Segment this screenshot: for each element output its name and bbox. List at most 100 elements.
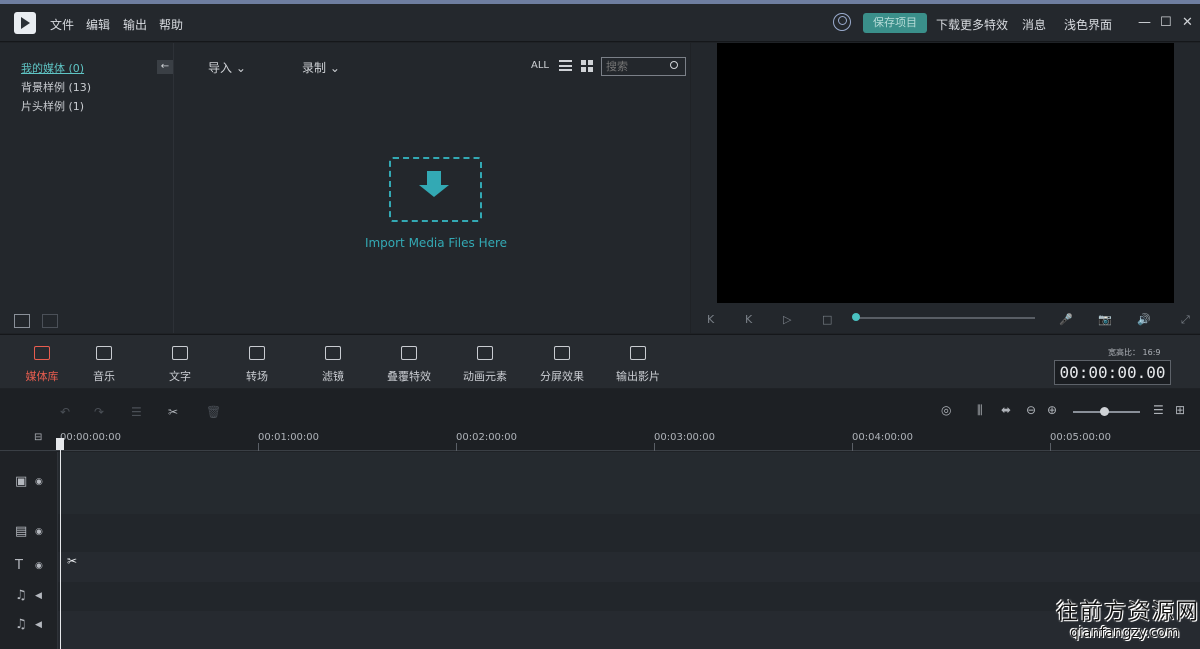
playback-progress[interactable] [857, 317, 1035, 319]
menu-file[interactable]: 文件 [50, 16, 74, 33]
preview-panel: K K ▷ □ 🎤 📷 🔊 ⤢ [691, 43, 1200, 333]
tool-export[interactable]: 输出影片 [603, 335, 673, 389]
track-header: ▤ ◉ [0, 514, 58, 552]
audio-track-1[interactable]: ♫ ◀ [0, 582, 1200, 611]
add-folder-icon[interactable] [14, 314, 30, 328]
playback-knob[interactable] [852, 313, 860, 321]
track-header: ♫ ◀ [0, 611, 58, 649]
import-dropzone[interactable] [389, 157, 482, 222]
close-button[interactable]: ✕ [1182, 15, 1193, 30]
undo-icon[interactable]: ↶ [60, 405, 74, 419]
chevron-down-icon: ⌄ [235, 61, 246, 75]
tool-filter[interactable]: 滤镜 [298, 335, 368, 389]
filter-all[interactable]: ALL [531, 60, 549, 71]
text-track[interactable]: T ◉ [0, 552, 1200, 582]
ruler-label: 00:04:00:00 [852, 432, 914, 443]
tool-media[interactable]: 媒体库 [7, 335, 77, 389]
tool-overlay[interactable]: 叠覆特效 [374, 335, 444, 389]
delete-icon[interactable]: 🗑 [206, 405, 221, 419]
eye-icon[interactable]: ◉ [35, 561, 43, 571]
tool-label: 分屏效果 [540, 370, 584, 383]
tool-label: 文字 [169, 370, 191, 383]
library-item-backgrounds[interactable]: 背景样例 (13) [21, 79, 91, 95]
timeline-toolbar: ↶ ↷ ☰ ✂ 🗑 ◎ ⫼ ⬌ ⊖ ⊕ ☰ ⊞ [0, 389, 1200, 431]
track-header: ▣ ◉ [0, 452, 58, 514]
minimize-button[interactable]: — [1138, 15, 1151, 30]
menubar: 文件 编辑 输出 帮助 保存项目 下载更多特效 消息 浅色界面 — ☐ ✕ [0, 4, 1200, 42]
library-item-intros[interactable]: 片头样例 (1) [21, 98, 84, 114]
music-track-icon: ♫ [15, 588, 27, 603]
ruler-label: 00:00:00:00 [60, 432, 122, 443]
tool-transition[interactable]: 转场 [222, 335, 292, 389]
tool-label: 音乐 [93, 370, 115, 383]
adjust-icon[interactable]: ☰ [131, 405, 145, 419]
volume-icon[interactable]: 🔊 [1137, 313, 1151, 326]
timeline-ruler[interactable]: ⊟ 00:00:00:00 00:01:00:00 00:02:00:00 00… [0, 431, 1200, 451]
playhead[interactable] [60, 440, 61, 649]
ruler-label: 00:02:00:00 [456, 432, 518, 443]
grid-view-icon[interactable] [581, 60, 593, 72]
elements-icon [477, 346, 493, 360]
menu-help[interactable]: 帮助 [159, 16, 183, 33]
import-label: 导入 [208, 61, 233, 75]
tool-split-screen[interactable]: 分屏效果 [527, 335, 597, 389]
camera-icon[interactable]: 📷 [1098, 313, 1112, 326]
grid-layout-icon[interactable]: ⊞ [1175, 403, 1185, 417]
rewind-button[interactable]: K [707, 313, 714, 326]
export-icon [630, 346, 646, 360]
cut-icon[interactable]: ✂ [168, 405, 182, 419]
audio-track-2[interactable]: ♫ ◀ [0, 611, 1200, 649]
menu-export[interactable]: 输出 [123, 16, 147, 33]
eye-icon[interactable]: ◉ [35, 527, 43, 537]
zoom-out-icon[interactable]: ⊖ [1026, 403, 1036, 417]
tool-music[interactable]: 音乐 [69, 335, 139, 389]
light-theme-link[interactable]: 浅色界面 [1064, 16, 1112, 33]
render-icon[interactable]: ◎ [941, 403, 951, 417]
video-track-2[interactable]: ▤ ◉ [0, 514, 1200, 552]
mic-icon[interactable]: 🎤 [1059, 313, 1073, 326]
ruler-tick [456, 443, 457, 451]
save-project-button[interactable]: 保存项目 [863, 13, 927, 33]
track-manager-icon[interactable]: ⊟ [34, 432, 42, 443]
stop-button[interactable]: □ [822, 313, 832, 326]
preview-screen [717, 43, 1174, 303]
zoom-in-icon[interactable]: ⊕ [1047, 403, 1057, 417]
import-media-label[interactable]: Import Media Files Here [354, 236, 518, 250]
maximize-button[interactable]: ☐ [1160, 15, 1172, 30]
ruler-tick [258, 443, 259, 451]
track-list-icon[interactable]: ☰ [1153, 403, 1164, 417]
import-dropdown[interactable]: 导入 ⌄ [208, 59, 246, 76]
messages-link[interactable]: 消息 [1022, 16, 1046, 33]
list-view-icon[interactable] [559, 60, 572, 71]
watermark-url: qianfangzy.com [1070, 625, 1180, 641]
fit-timeline-icon[interactable]: ⬌ [1001, 403, 1011, 417]
audio-mixer-icon[interactable]: ⫼ [977, 403, 983, 418]
folder-icon [34, 346, 50, 360]
user-account-icon[interactable] [833, 13, 851, 31]
filter-icon [325, 346, 341, 360]
redo-icon[interactable]: ↷ [94, 405, 108, 419]
eye-icon[interactable]: ◉ [35, 477, 43, 487]
delete-folder-icon[interactable] [42, 314, 58, 328]
menu-edit[interactable]: 编辑 [86, 16, 110, 33]
split-scissor-icon[interactable]: ✂ [67, 554, 77, 568]
download-effects-link[interactable]: 下载更多特效 [936, 16, 1008, 33]
tool-elements[interactable]: 动画元素 [450, 335, 520, 389]
speaker-icon[interactable]: ◀ [35, 591, 42, 601]
fullscreen-icon[interactable]: ⤢ [1181, 313, 1190, 327]
track-header: ♫ ◀ [0, 582, 58, 611]
ruler-tick [654, 443, 655, 451]
play-button[interactable]: ▷ [783, 313, 791, 326]
ruler-tick [852, 443, 853, 451]
record-dropdown[interactable]: 录制 ⌄ [302, 59, 340, 76]
tool-text[interactable]: 文字 [145, 335, 215, 389]
library-item-my-media[interactable]: 我的媒体 (0) [21, 60, 84, 76]
speaker-icon[interactable]: ◀ [35, 620, 42, 630]
collapse-library-button[interactable]: ← [157, 60, 173, 74]
aspect-ratio[interactable]: 宽高比： 16:9 [1108, 347, 1161, 358]
video-track-1[interactable]: ▣ ◉ [0, 452, 1200, 514]
zoom-slider-knob[interactable] [1100, 407, 1109, 416]
search-icon[interactable] [670, 61, 678, 69]
playhead-handle[interactable] [56, 438, 64, 450]
step-button[interactable]: K [745, 313, 752, 326]
